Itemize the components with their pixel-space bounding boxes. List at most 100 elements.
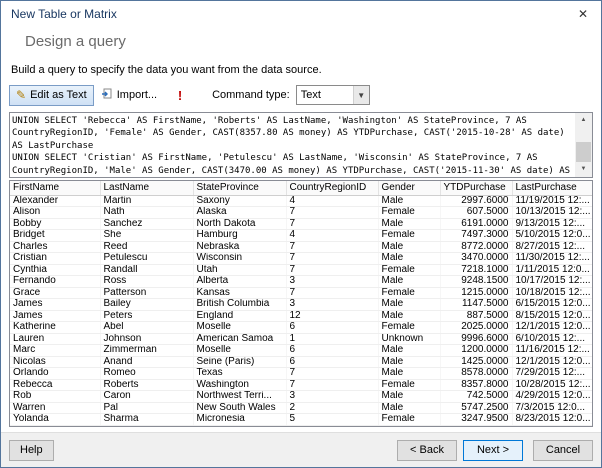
cell: 11/30/2015 12:... [512,252,592,265]
cell: 6/10/2015 12:... [512,333,592,345]
column-header-lastname[interactable]: LastName [100,181,194,196]
new-table-or-matrix-dialog: New Table or Matrix ✕ Design a query Bui… [0,0,602,468]
cancel-button[interactable]: Cancel [533,439,593,461]
table-row: Rebecca Roberts Washington 7 Female 8357.8000… [10,379,592,391]
cell: 7 [286,287,379,299]
command-type-label: Command type: [212,89,290,101]
cell: 9248.1500 [440,275,513,288]
cell: Abel [100,321,194,334]
column-header-countryregionid[interactable]: CountryRegionID [286,181,379,196]
next-button[interactable]: Next > [463,439,523,461]
cell: Warren [10,402,101,414]
import-button[interactable]: Import... [94,85,164,106]
query-toolbar: ✎ Edit as Text Import... ! Command type:… [9,84,593,106]
cell: Northwest Terri... [193,390,287,403]
back-button[interactable]: < Back [397,439,457,461]
command-type-select[interactable]: Text ▼ [295,85,370,105]
cell: Katherine [10,321,101,334]
grid-body: Alexander Martin Saxony 4 Male 2997.6000 11/19… [10,195,592,426]
cell: 3470.0000 [440,252,513,265]
import-icon [101,88,113,103]
cell: 3 [286,298,379,311]
edit-pencil-icon: ✎ [16,88,27,102]
table-row: Nicolas Anand Seine (Paris) 6 Male 1425.0000 1… [10,356,592,368]
cell: Romeo [100,367,194,380]
table-row: Warren Pal New South Wales 2 Male 5747.2500 7/… [10,402,592,414]
cell: Alexander [10,195,101,207]
cell: Sanchez [100,218,194,230]
column-header-gender[interactable]: Gender [378,181,441,196]
cell: 5747.2500 [440,402,513,414]
table-row: Lauren Johnson American Samoa 1 Unknown 9996.… [10,333,592,345]
results-table: FirstName LastName StateProvince CountryReg… [10,181,592,426]
cell: Female [378,379,441,391]
column-header-firstname[interactable]: FirstName [10,181,101,196]
cell: 10/18/2015 12:... [512,287,592,299]
cell: Moselle [193,344,287,357]
column-header-lastpurchase[interactable]: LastPurchase [512,181,592,196]
cell: 4/29/2015 12:0... [512,390,592,403]
cell: Rob [10,390,101,403]
cell: 12/1/2015 12:0... [512,321,592,334]
help-button[interactable]: Help [9,439,54,461]
cell: 887.5000 [440,310,513,322]
table-row: Orlando Romeo Texas 7 Male 8578.0000 7/29/2015… [10,367,592,380]
cell: 10/28/2015 12:... [512,379,592,391]
cell: 10/17/2015 12:... [512,275,592,288]
run-exclamation-icon: ! [177,87,183,103]
scrollbar-track[interactable] [575,128,592,162]
cell: Yolanda [10,413,101,426]
column-header-ytdpurchase[interactable]: YTDPurchase [440,181,513,196]
cell: Ross [100,275,194,288]
chevron-down-icon: ▼ [352,86,369,104]
cell: 3247.9500 [440,413,513,426]
cell: Patterson [100,287,194,299]
table-row: Bobby Sanchez North Dakota 7 Male 6191.0000 9/… [10,218,592,230]
cell: 8/15/2015 12:0... [512,310,592,322]
cell: Bailey [100,298,194,311]
table-row: James Peters England 12 Male 887.5000 8/15/201… [10,310,592,322]
grid-header-row: FirstName LastName StateProvince CountryReg… [10,181,592,196]
query-results-grid: FirstName LastName StateProvince CountryReg… [9,180,593,427]
cell: Bobby [10,218,101,230]
cell: 607.5000 [440,206,513,219]
cell: 11/19/2015 12:... [512,195,592,207]
cell: 1200.0000 [440,344,513,357]
query-scrollbar[interactable]: ▲ ▼ [575,113,592,177]
cell: Male [378,356,441,368]
cell: Cristian [10,252,101,265]
run-query-button[interactable]: ! [170,85,190,106]
scroll-down-icon[interactable]: ▼ [575,162,592,177]
edit-as-text-button[interactable]: ✎ Edit as Text [9,84,94,106]
cell: 8578.0000 [440,367,513,380]
cell: She [100,229,194,242]
cell: Reed [100,241,194,253]
cell: 3 [286,275,379,288]
cell: Male [378,298,441,311]
query-text[interactable]: UNION SELECT 'Rebecca' AS FirstName, 'Ro… [10,113,575,177]
cell: England [193,310,287,322]
cell: 7 [286,367,379,380]
table-row: James Bailey British Columbia 3 Male 1147.500… [10,298,592,311]
scrollbar-thumb[interactable] [576,142,591,162]
cell: Male [378,195,441,207]
cell: 7497.3000 [440,229,513,242]
column-header-stateprovince[interactable]: StateProvince [193,181,287,196]
cell: Alison [10,206,101,219]
cell: Seine (Paris) [193,356,287,368]
cell: Saxony [193,195,287,207]
query-editor: UNION SELECT 'Rebecca' AS FirstName, 'Ro… [9,112,593,178]
cell: 8357.8000 [440,379,513,391]
cell: 6/15/2015 12:0... [512,298,592,311]
table-row: Charles Reed Nebraska 7 Male 8772.0000 8/27/20… [10,241,592,253]
cell: North Dakota [193,218,287,230]
cell: Cynthia [10,264,101,276]
cell: 12/1/2015 12:0... [512,356,592,368]
scroll-up-icon[interactable]: ▲ [575,113,592,128]
cell: 7/3/2015 12:0... [512,402,592,414]
cell: Male [378,344,441,357]
cell: 2997.6000 [440,195,513,207]
close-icon[interactable]: ✕ [573,7,593,23]
table-row: Yolanda Sharma Micronesia 5 Female 3247.9500 8… [10,413,592,426]
import-label: Import... [116,89,158,101]
